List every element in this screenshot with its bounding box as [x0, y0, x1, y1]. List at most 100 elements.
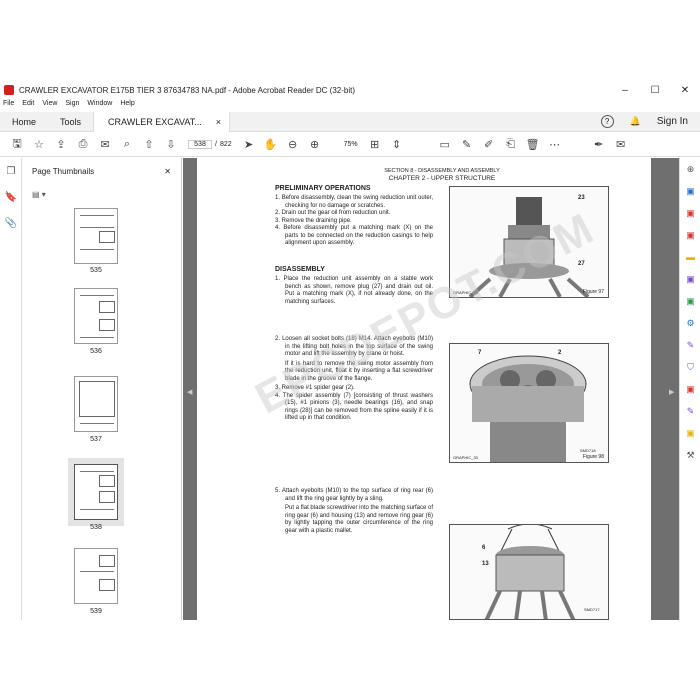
fit-page-icon[interactable]: ⊞: [364, 134, 386, 156]
toolbar: 🖫 ☆ ⇪ ⎙ ✉ ⌕ ⇧ ⇩ 538 / 822 ➤ ✋ ⊖ ⊕ 75% ⊞ …: [0, 133, 700, 157]
thumbnail-label: 539: [90, 608, 102, 615]
send-for-review-icon[interactable]: ▣: [680, 422, 700, 444]
scroll-mode-icon[interactable]: ⇕: [386, 134, 408, 156]
sign-in-button[interactable]: Sign In: [657, 116, 688, 127]
figure-caption: Figure 97: [582, 289, 604, 295]
more-tools-rail-icon[interactable]: ⚒: [680, 444, 700, 466]
select-cursor-icon[interactable]: ➤: [238, 134, 260, 156]
fill-sign-icon[interactable]: ✎: [680, 334, 700, 356]
page-total: 822: [219, 141, 232, 148]
email-icon[interactable]: ✉: [94, 134, 116, 156]
notifications-icon[interactable]: 🔔: [630, 116, 641, 127]
section-header: SECTION 8 - DISASSEMBLY AND ASSEMBLY: [384, 168, 500, 174]
thumbnail-label: 536: [90, 348, 102, 355]
send-for-signature-icon[interactable]: ▣: [680, 378, 700, 400]
collapse-left-icon[interactable]: ◀: [187, 388, 192, 396]
tab-close-icon[interactable]: ×: [216, 112, 221, 132]
page-navigator: 538 / 822: [188, 140, 232, 149]
callout-7: 7: [478, 350, 482, 356]
thumbnail-page-539[interactable]: [74, 548, 118, 604]
callout-2: 2: [558, 350, 562, 356]
sign-pen-icon[interactable]: ✒: [588, 134, 610, 156]
menu-edit[interactable]: Edit: [22, 100, 34, 112]
tab-document[interactable]: CRAWLER EXCAVAT... ×: [93, 111, 230, 132]
zoom-out-icon[interactable]: ⊖: [282, 134, 304, 156]
thumbnail-label: 538: [90, 524, 102, 531]
thumbnail-panel-title: Page Thumbnails: [32, 166, 95, 176]
step-text: 3. Remove the draining pipe.: [275, 217, 352, 224]
figure-caption: Figure 98: [582, 454, 604, 460]
more-tools-icon[interactable]: ⋯: [544, 134, 566, 156]
delete-icon[interactable]: 🗑: [522, 134, 544, 156]
search-icon[interactable]: ⌕: [116, 134, 138, 156]
disassembly-step-5: 5. Attach eyebolts (M10) to the top surf…: [275, 488, 433, 535]
comment-icon[interactable]: ▭: [434, 134, 456, 156]
thumbnail-page-536[interactable]: [74, 288, 118, 344]
attachments-icon[interactable]: 📎: [0, 210, 22, 236]
sign-tool-icon[interactable]: ✎: [680, 400, 700, 422]
page-number-input[interactable]: 538: [188, 140, 212, 149]
close-button[interactable]: ✕: [670, 85, 700, 96]
right-tools-rail: ⊕ ▣ ▣ ▣ ▬ ▣ ▣ ⚙ ✎ ⛉ ▣ ✎ ▣ ⚒: [679, 158, 700, 620]
scan-icon[interactable]: ⚙: [680, 312, 700, 334]
tab-bar: Home Tools CRAWLER EXCAVAT... × ? 🔔 Sign…: [0, 111, 700, 132]
export-pdf-icon[interactable]: ▣: [680, 202, 700, 224]
pdf-page: SECTION 8 - DISASSEMBLY AND ASSEMBLY CHA…: [197, 158, 651, 620]
thumbnail-options-menu[interactable]: ▤ ▾: [22, 184, 181, 204]
acrobat-logo-icon: [4, 85, 14, 95]
figure-code: SMD717: [584, 607, 600, 612]
highlight-icon[interactable]: ✎: [456, 134, 478, 156]
menu-file[interactable]: File: [3, 100, 14, 112]
menu-help[interactable]: Help: [120, 100, 134, 112]
zoom-dropdown[interactable]: 75%: [344, 141, 358, 148]
comment-tool-icon[interactable]: ▬: [680, 246, 700, 268]
tab-tools[interactable]: Tools: [48, 112, 93, 132]
minimize-button[interactable]: –: [610, 85, 640, 96]
help-icon[interactable]: ?: [600, 115, 614, 128]
figure-code: SMD718: [580, 448, 596, 453]
combine-files-icon[interactable]: ▣: [680, 268, 700, 290]
collapse-right-icon[interactable]: ▶: [669, 388, 674, 396]
thumbnail-page-538[interactable]: [68, 458, 124, 526]
page-thumbnails-icon[interactable]: ❐: [0, 158, 22, 184]
thumbnail-label: 537: [90, 436, 102, 443]
left-nav-rail: ❐ 🔖 📎: [0, 158, 22, 620]
zoom-tool-icon[interactable]: ⊕: [680, 158, 700, 180]
thumbnail-label: 535: [90, 267, 102, 274]
thumbnail-page-535[interactable]: [74, 208, 118, 264]
bookmark-star-icon[interactable]: ☆: [28, 134, 50, 156]
title-bar: CRAWLER EXCAVATOR E175B TIER 3 87634783 …: [0, 80, 700, 100]
callout-27: 27: [578, 261, 585, 267]
menu-sign[interactable]: Sign: [65, 100, 79, 112]
zoom-in-icon[interactable]: ⊕: [304, 134, 326, 156]
tab-home[interactable]: Home: [0, 112, 48, 132]
chapter-header: CHAPTER 2 - UPPER STRUCTURE: [388, 175, 496, 182]
thumbnail-panel: Page Thumbnails ✕ ▤ ▾ 535 536 537 538 53…: [22, 158, 200, 620]
document-viewer[interactable]: ◀ SECTION 8 - DISASSEMBLY AND ASSEMBLY C…: [183, 158, 679, 620]
bookmarks-icon[interactable]: 🔖: [0, 184, 22, 210]
menu-window[interactable]: Window: [87, 100, 112, 112]
stamp-icon[interactable]: ⎗: [500, 134, 522, 156]
organize-pages-icon[interactable]: ▣: [680, 290, 700, 312]
figure-99: 6 13 SMD717: [449, 524, 609, 620]
thumbnail-page-537[interactable]: [74, 376, 118, 432]
callout-23: 23: [578, 195, 585, 201]
print-icon[interactable]: ⎙: [72, 134, 94, 156]
hand-tool-icon[interactable]: ✋: [260, 134, 282, 156]
draw-icon[interactable]: ✐: [478, 134, 500, 156]
window-title: CRAWLER EXCAVATOR E175B TIER 3 87634783 …: [19, 85, 356, 95]
share-icon[interactable]: ✉: [610, 134, 632, 156]
menu-view[interactable]: View: [42, 100, 57, 112]
thumbnail-panel-close-icon[interactable]: ✕: [164, 167, 171, 176]
upload-icon[interactable]: ⇪: [50, 134, 72, 156]
prev-page-icon[interactable]: ⇧: [138, 134, 160, 156]
maximize-button[interactable]: ☐: [640, 85, 670, 96]
save-icon[interactable]: 🖫: [6, 134, 28, 156]
edit-pdf-icon[interactable]: ▣: [680, 224, 700, 246]
next-page-icon[interactable]: ⇩: [160, 134, 182, 156]
step-text: 4. Before disassembly put a matching mar…: [275, 225, 433, 246]
create-pdf-icon[interactable]: ▣: [680, 180, 700, 202]
protect-icon[interactable]: ⛉: [680, 356, 700, 378]
ring-gear-illustration: [484, 525, 576, 619]
menu-bar: File Edit View Sign Window Help: [0, 100, 700, 112]
